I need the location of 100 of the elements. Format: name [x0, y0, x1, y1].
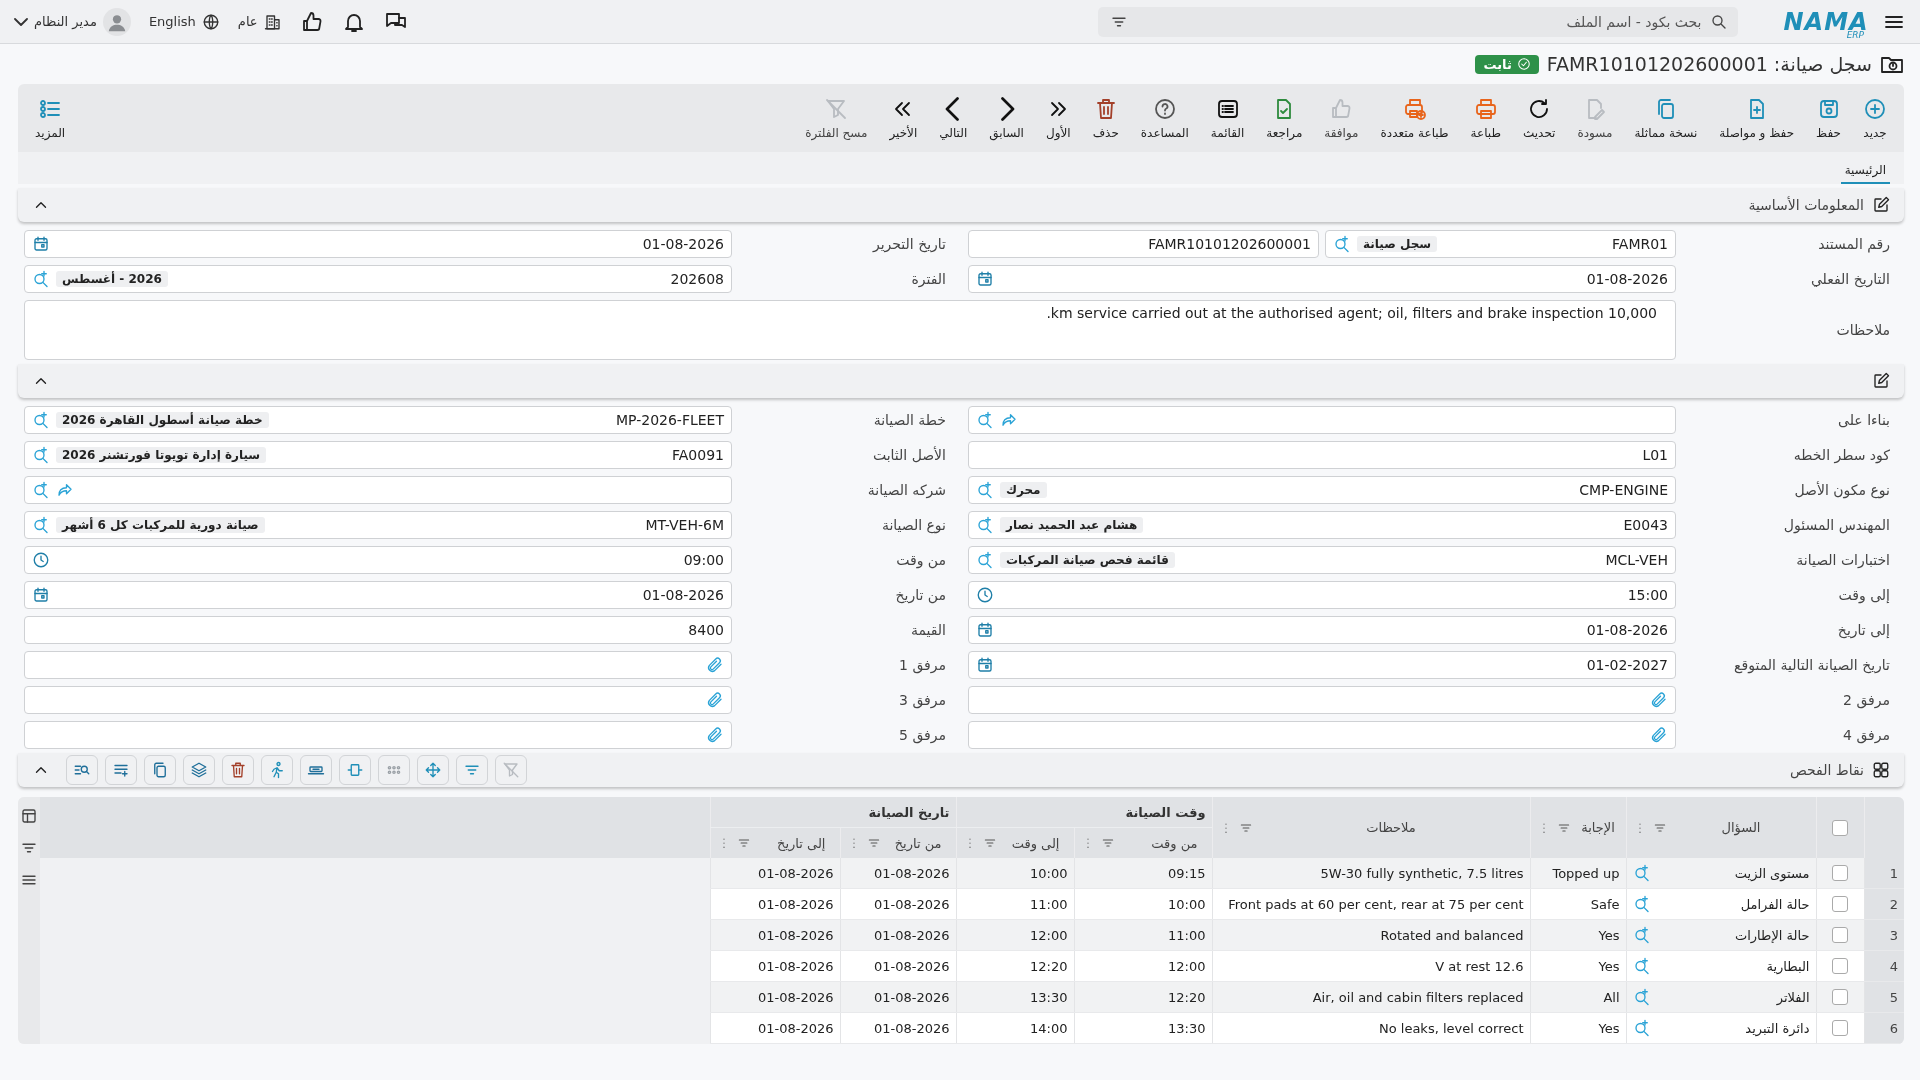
building-icon	[263, 12, 282, 31]
edit-icon[interactable]	[1872, 196, 1890, 214]
lookup-icon[interactable]	[1632, 957, 1651, 975]
input-field[interactable]: 01-08-2026	[968, 265, 1676, 293]
lookup-icon[interactable]	[976, 516, 994, 534]
input-field[interactable]: 01-08-2026	[24, 230, 732, 258]
row-checkbox[interactable]	[1832, 865, 1848, 882]
column-fit-icon[interactable]	[339, 755, 371, 785]
select-all-checkbox[interactable]	[1832, 819, 1848, 836]
paperclip-icon[interactable]	[1650, 691, 1668, 709]
layers-icon[interactable]	[183, 755, 215, 785]
trash-icon[interactable]	[222, 755, 254, 785]
table-icon[interactable]	[20, 807, 38, 825]
toolbar-button[interactable]: تحديث	[1513, 92, 1565, 144]
lookup-icon[interactable]	[1632, 988, 1651, 1006]
lookup-icon[interactable]	[32, 446, 50, 464]
input-field[interactable]: FAMR10101202600001	[968, 230, 1319, 258]
toolbar-button[interactable]: السابق	[980, 92, 1033, 144]
search-icon[interactable]	[1709, 12, 1728, 31]
column-header[interactable]: من وقت	[1151, 835, 1198, 851]
toolbar-button[interactable]: القائمة	[1201, 92, 1254, 144]
language-button[interactable]: English	[148, 12, 220, 31]
column-header[interactable]: إلى تاريخ	[777, 835, 826, 851]
more-button[interactable]: المزيد	[26, 92, 75, 144]
search-field[interactable]: بحث بكود - اسم الملف	[1097, 6, 1738, 37]
share-arrow-icon[interactable]	[56, 481, 74, 499]
clock-icon[interactable]	[32, 551, 50, 569]
row-checkbox[interactable]	[1832, 1020, 1848, 1037]
calendar-icon[interactable]	[976, 656, 994, 674]
paperclip-icon[interactable]	[706, 656, 724, 674]
calendar-icon[interactable]	[32, 235, 50, 253]
column-header[interactable]: ملاحظات	[1366, 820, 1416, 835]
dots-grid-icon[interactable]	[378, 755, 410, 785]
column-header[interactable]: الإجابة	[1581, 820, 1615, 835]
paperclip-icon[interactable]	[706, 691, 724, 709]
calendar-icon[interactable]	[32, 586, 50, 604]
paperclip-icon[interactable]	[1650, 726, 1668, 744]
toolbar-button[interactable]: حذف	[1083, 92, 1128, 144]
lookup-icon[interactable]	[32, 516, 50, 534]
toolbar-button[interactable]: الأول	[1036, 92, 1080, 144]
toolbar-button[interactable]: جديد	[1854, 92, 1896, 144]
calendar-icon[interactable]	[976, 621, 994, 639]
input-field[interactable]: 01-02-2027	[968, 651, 1676, 679]
column-header[interactable]: السؤال	[1721, 820, 1761, 835]
edit-icon[interactable]	[1872, 372, 1890, 390]
input-field[interactable]	[968, 686, 1676, 714]
toolbar-button[interactable]: طباعة	[1461, 92, 1510, 144]
toolbar-button[interactable]: حفظ و مواصلة	[1710, 92, 1804, 144]
toolbar-button[interactable]: مراجعة	[1257, 92, 1312, 144]
row-block-icon[interactable]	[300, 755, 332, 785]
input-field[interactable]	[24, 721, 732, 749]
row-number: 6	[1864, 1012, 1904, 1044]
lookup-icon[interactable]	[1333, 235, 1351, 253]
lookup-icon[interactable]	[976, 411, 994, 429]
lookup-icon[interactable]	[976, 481, 994, 499]
share-arrow-icon[interactable]	[1000, 411, 1018, 429]
toolbar-button[interactable]: نسخة مماثلة	[1625, 92, 1707, 144]
input-field[interactable]: 09:00	[24, 546, 732, 574]
input-field[interactable]	[24, 651, 732, 679]
table-cell: All	[1530, 981, 1626, 1013]
row-checkbox[interactable]	[1832, 927, 1848, 944]
input-field[interactable]: 01-08-2026	[24, 581, 732, 609]
lookup-icon[interactable]	[976, 551, 994, 569]
notes-field[interactable]: 10,000 km service carried out at the authorised agent; oil, filters and brake inspection.	[24, 300, 1676, 360]
lookup-icon[interactable]	[1632, 895, 1651, 913]
copy-icon[interactable]	[144, 755, 176, 785]
paperclip-icon[interactable]	[706, 726, 724, 744]
row-number: 3	[1864, 919, 1904, 951]
toolbar-button[interactable]: الأخير	[880, 92, 927, 144]
toolbar-button[interactable]: التالي	[930, 92, 977, 144]
lookup-icon[interactable]	[1632, 926, 1651, 944]
lookup-icon[interactable]	[32, 411, 50, 429]
lookup-icon[interactable]	[32, 481, 50, 499]
toolbar-button[interactable]: المساعدة	[1131, 92, 1198, 144]
input-field[interactable]	[968, 406, 1676, 434]
list-search-icon[interactable]	[66, 755, 98, 785]
move-arrows-icon[interactable]	[417, 755, 449, 785]
input-field[interactable]	[24, 476, 732, 504]
row-checkbox[interactable]	[1832, 896, 1848, 913]
calendar-icon[interactable]	[976, 270, 994, 288]
tab[interactable]: الرئيسية	[1840, 159, 1890, 184]
table-cell: 01-08-2026	[710, 888, 840, 920]
branch-button[interactable]: عام	[237, 12, 282, 31]
input-field[interactable]: L01	[968, 441, 1676, 469]
row-checkbox[interactable]	[1832, 989, 1848, 1006]
field-label: نوع الصيانة	[880, 517, 947, 533]
lookup-icon[interactable]	[1632, 864, 1651, 882]
input-field[interactable]: 8400	[24, 616, 732, 644]
toolbar-button[interactable]: حفظ	[1807, 92, 1850, 144]
input-field[interactable]	[968, 721, 1676, 749]
input-field[interactable]: 15:00	[968, 581, 1676, 609]
input-field[interactable]: 01-08-2026	[968, 616, 1676, 644]
input-field[interactable]	[24, 686, 732, 714]
running-person-icon[interactable]	[261, 755, 293, 785]
lookup-icon[interactable]	[32, 270, 50, 288]
toolbar-button[interactable]: طباعة متعددة	[1371, 92, 1458, 144]
clock-icon[interactable]	[976, 586, 994, 604]
lookup-icon[interactable]	[1632, 1019, 1651, 1037]
user-menu[interactable]: مدير النظام	[14, 7, 131, 36]
row-checkbox[interactable]	[1832, 958, 1848, 975]
